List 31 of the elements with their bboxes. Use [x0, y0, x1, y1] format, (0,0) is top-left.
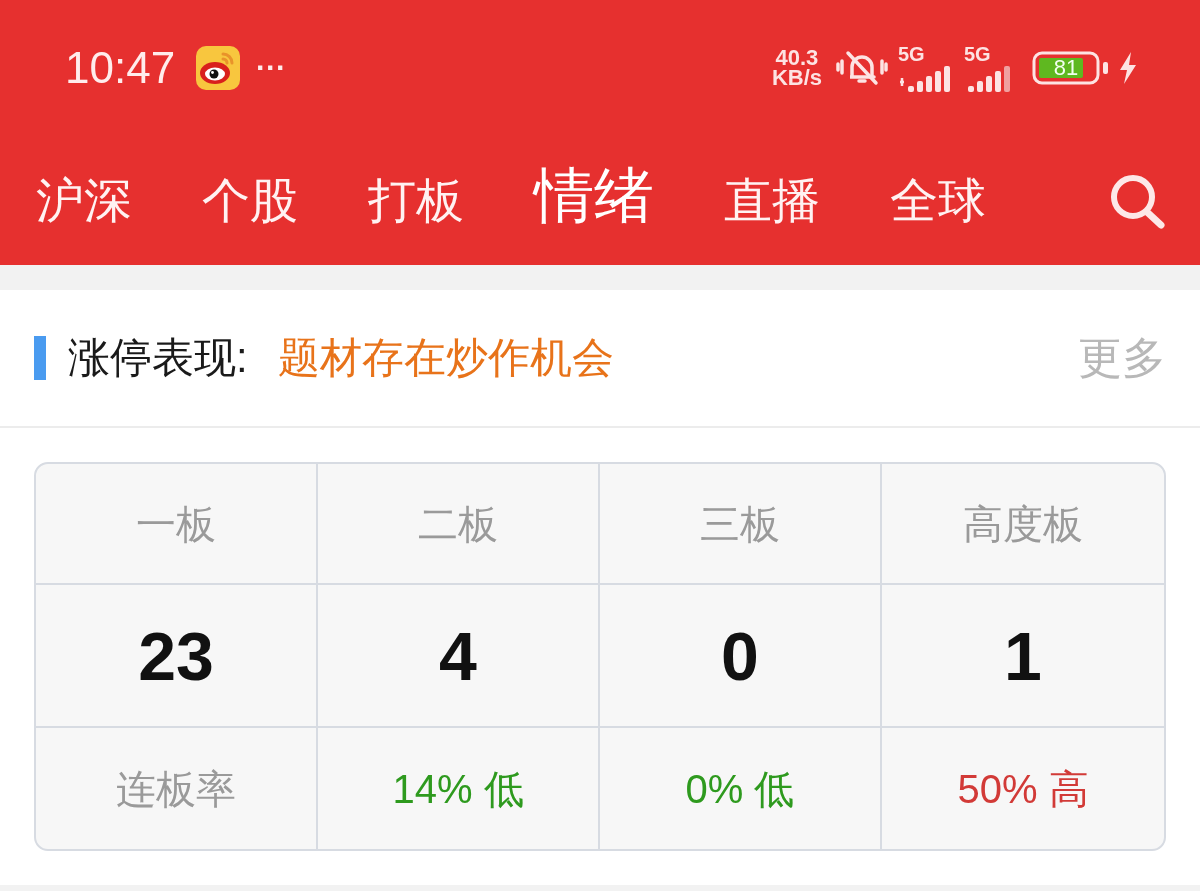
nav-tab[interactable]: 个股	[202, 176, 298, 225]
clock-time: 10:47	[65, 46, 176, 90]
section-subtitle: 题材存在炒作机会	[277, 337, 614, 379]
rate-value: 14% 低	[392, 768, 524, 809]
rate-value: 50% 高	[957, 768, 1089, 809]
network-type: 5G	[964, 44, 991, 64]
column-header: 高度板	[882, 464, 1164, 585]
nav-tab[interactable]: 直播	[724, 176, 820, 225]
count-cell: 1	[882, 585, 1164, 728]
muted-bell-icon	[836, 50, 888, 86]
section-title: 涨停表现:	[68, 337, 248, 379]
battery-icon	[1032, 51, 1110, 85]
nav-tab[interactable]: 全球	[890, 176, 986, 225]
eye-app-icon	[196, 46, 241, 90]
count-cell: 0	[600, 585, 882, 728]
rate-label: 连板率	[36, 728, 318, 849]
column-header: 一板	[36, 464, 318, 585]
battery-percent: 81	[1052, 56, 1080, 80]
nav-tab[interactable]: 情绪	[534, 165, 654, 236]
rate-value: 0% 低	[685, 768, 795, 809]
column-header: 三板	[600, 464, 882, 585]
count-cell: 4	[318, 585, 600, 728]
count-cell: 23	[36, 585, 318, 728]
nav-tab[interactable]: 打板	[368, 176, 464, 225]
section-accent-bar	[34, 336, 46, 380]
column-header: 二板	[318, 464, 600, 585]
network-type: 5G	[898, 44, 925, 64]
network-speed: 40.3 KB/s	[771, 48, 822, 88]
nav-tab[interactable]: 沪深	[36, 176, 132, 225]
charging-bolt-icon	[1118, 51, 1138, 85]
more-notifications: ···	[256, 53, 287, 83]
